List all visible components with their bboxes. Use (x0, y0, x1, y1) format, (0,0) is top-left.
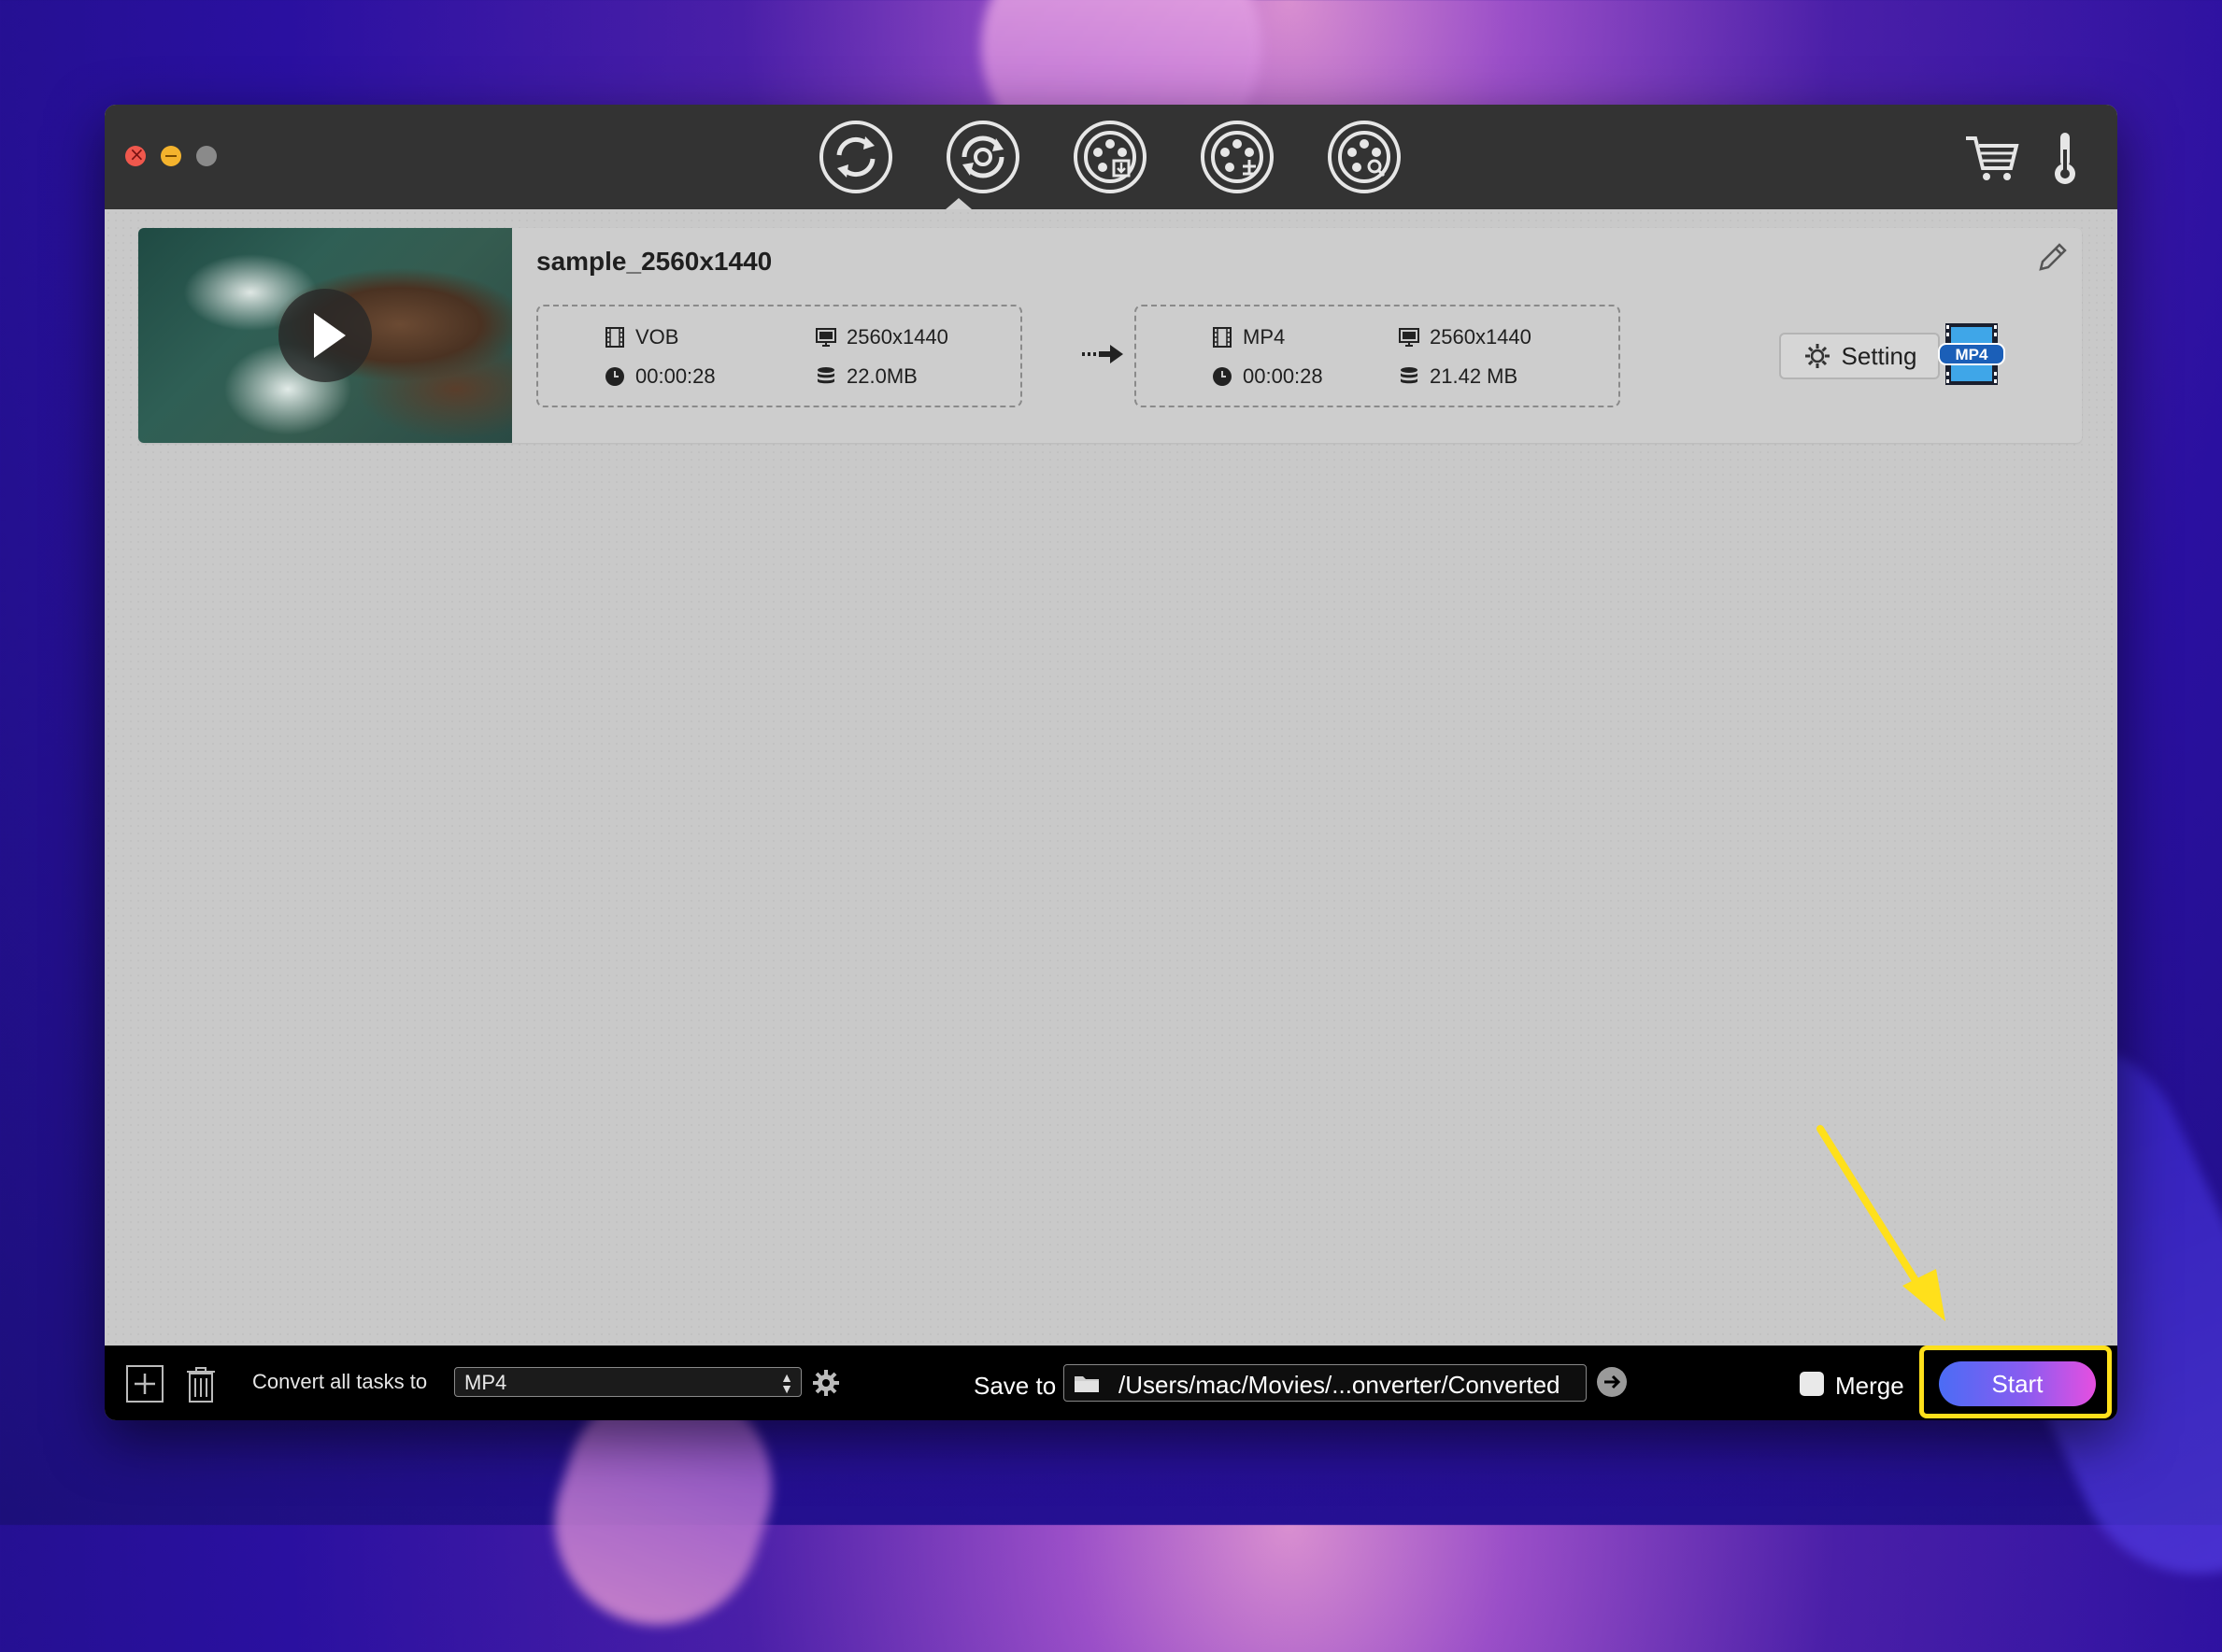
convert-arrow-icon (1082, 345, 1123, 363)
film-reel-search-icon (1328, 121, 1401, 193)
film-reel-download-icon (1074, 121, 1147, 193)
monitor-icon (1399, 328, 1419, 347)
annotation-arrow-icon (1816, 1125, 1945, 1321)
save-to-label: Save to (974, 1372, 1057, 1400)
zoom-window-button[interactable] (196, 146, 217, 166)
output-size: 21.42 MB (1398, 364, 1517, 389)
edit-pencil-icon[interactable] (2035, 241, 2069, 275)
setting-button[interactable]: Setting (1779, 333, 1940, 379)
add-file-icon[interactable] (125, 1364, 164, 1403)
mp4-format-icon[interactable]: MP4 (1938, 321, 2005, 387)
mp4-badge-label: MP4 (1956, 346, 1989, 363)
folder-icon[interactable] (1074, 1373, 1100, 1393)
clock-icon (1213, 367, 1232, 386)
output-format: MP4 (1211, 325, 1285, 349)
title-bar (105, 105, 2117, 209)
source-size: 22.0MB (815, 364, 918, 389)
rotate-tab-button[interactable] (946, 120, 1020, 194)
source-info-box: VOB 2560x1440 00:00:28 22.0MB (536, 305, 1022, 407)
film-strip-icon (605, 327, 624, 348)
file-title: sample_2560x1440 (536, 247, 773, 276)
play-icon[interactable] (278, 289, 372, 382)
rotate-icon (947, 121, 1019, 193)
gear-icon (1804, 344, 1830, 368)
download-tab-button[interactable] (1073, 120, 1147, 194)
merge-tab-button[interactable] (1200, 120, 1275, 194)
merge-checkbox[interactable] (1800, 1372, 1824, 1396)
convert-all-label: Convert all tasks to (252, 1370, 428, 1393)
active-tab-indicator (946, 198, 972, 209)
source-resolution: 2560x1440 (815, 325, 948, 349)
output-resolution: 2560x1440 (1398, 325, 1531, 349)
thermometer-icon[interactable] (2050, 131, 2080, 185)
output-info-box: MP4 2560x1440 00:00:28 21.42 MB (1134, 305, 1620, 407)
source-format: VOB (604, 325, 678, 349)
open-folder-arrow-icon[interactable] (1596, 1366, 1628, 1398)
trash-icon[interactable] (181, 1364, 221, 1403)
video-thumbnail[interactable] (138, 228, 512, 443)
source-duration: 00:00:28 (604, 364, 716, 389)
film-reel-merge-icon (1201, 121, 1274, 193)
film-strip-icon (1213, 327, 1232, 348)
save-path-text: /Users/mac/Movies/...onverter/Converted (1118, 1371, 1560, 1399)
clock-icon (605, 367, 624, 386)
output-duration: 00:00:28 (1211, 364, 1323, 389)
bottom-bar: Convert all tasks to MP4 ▲ ▼ Save to /Use… (105, 1346, 2117, 1420)
minimize-window-button[interactable] (161, 146, 181, 166)
search-tab-button[interactable] (1327, 120, 1402, 194)
output-format-select[interactable]: MP4 ▲ ▼ (454, 1367, 802, 1397)
merge-label: Merge (1835, 1372, 1904, 1400)
highlight-box (1919, 1346, 2112, 1418)
database-icon (1401, 367, 1417, 384)
save-path-field[interactable]: /Users/mac/Movies/...onverter/Converted (1063, 1364, 1587, 1402)
stepper-arrows-icon: ▲ ▼ (780, 1370, 793, 1396)
close-window-button[interactable] (125, 143, 146, 166)
monitor-icon (816, 328, 836, 347)
cart-icon[interactable] (1964, 133, 2020, 183)
convert-tab-button[interactable] (819, 120, 893, 194)
database-icon (818, 367, 834, 384)
task-row[interactable]: sample_2560x1440 VOB 2560x1440 00:00:28 (138, 228, 2082, 443)
format-settings-gear-icon[interactable] (811, 1368, 841, 1398)
convert-arrows-icon (819, 121, 892, 193)
